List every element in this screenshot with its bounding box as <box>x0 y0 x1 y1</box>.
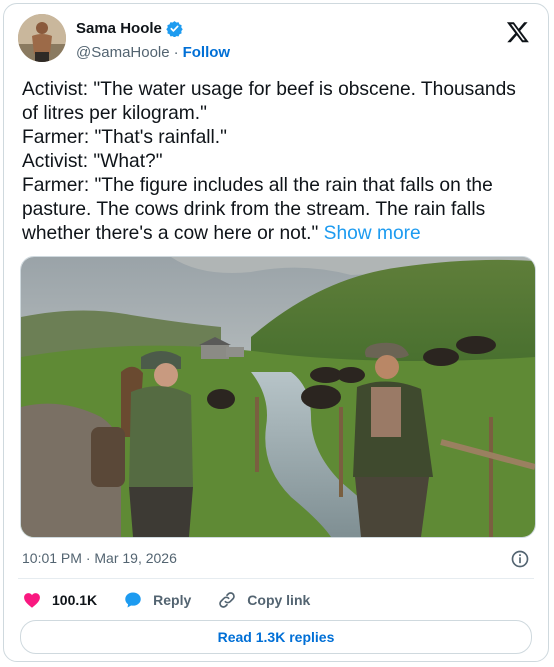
tweet-text: Activist: "The water usage for beef is o… <box>22 78 542 246</box>
x-logo-icon[interactable] <box>506 20 530 44</box>
reply-button[interactable]: Reply <box>123 590 191 610</box>
copy-link-button[interactable]: Copy link <box>217 590 310 610</box>
tweet-line: pasture. The cows drink from the stream.… <box>22 199 486 220</box>
heart-icon <box>24 593 40 608</box>
avatar[interactable] <box>18 14 66 62</box>
divider <box>18 578 534 579</box>
tweet-line: whether there's a cow here or not." <box>22 223 319 244</box>
timestamp-row: 10:01 PM · Mar 19, 2026 <box>22 550 530 570</box>
tweet-line: Activist: "The water usage for beef is o… <box>22 79 516 100</box>
tweet-line: Farmer: "That's rainfall." <box>22 127 227 148</box>
separator-dot: · <box>173 44 179 61</box>
copy-link-label: Copy link <box>247 592 311 608</box>
handle-row: @SamaHoole · Follow <box>76 44 230 61</box>
follow-button[interactable]: Follow <box>183 44 231 61</box>
read-replies-button[interactable]: Read 1.3K replies <box>20 620 532 654</box>
show-more-link[interactable]: Show more <box>324 223 421 244</box>
timestamp[interactable]: 10:01 PM · Mar 19, 2026 <box>22 550 177 566</box>
link-icon <box>219 592 236 608</box>
verified-badge-icon <box>166 21 183 37</box>
action-bar: 100.1K Reply Copy link <box>22 588 310 612</box>
like-button[interactable]: 100.1K <box>22 590 97 610</box>
like-count: 100.1K <box>52 592 98 608</box>
tweet-line-last: whether there's a cow here or not." Show… <box>22 222 542 246</box>
tweet-line: Activist: "What?" <box>22 151 163 172</box>
reply-bubble-icon <box>125 592 141 608</box>
tweet-line: Farmer: "The figure includes all the rai… <box>22 175 493 196</box>
author-handle[interactable]: @SamaHoole <box>76 44 170 61</box>
info-icon[interactable] <box>510 549 530 569</box>
tweet-media-image[interactable] <box>20 256 536 538</box>
author-name[interactable]: Sama Hoole <box>76 20 162 37</box>
name-row: Sama Hoole <box>76 20 183 37</box>
tweet-line: of litres per kilogram." <box>22 103 207 124</box>
tweet-header: Sama Hoole @SamaHoole · Follow <box>18 14 534 68</box>
tweet-card: Sama Hoole @SamaHoole · Follow Activist:… <box>3 3 549 662</box>
read-replies-label: Read 1.3K replies <box>217 629 335 645</box>
reply-label: Reply <box>153 592 192 608</box>
